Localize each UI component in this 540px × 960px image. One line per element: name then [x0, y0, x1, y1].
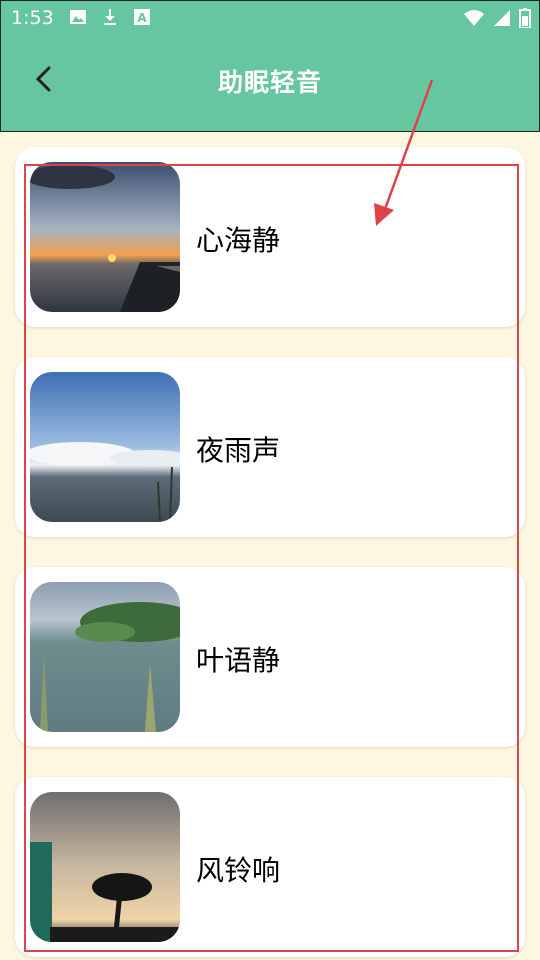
app-bar: 1:53 A 助眠轻音	[0, 0, 540, 132]
palm-sky-image	[30, 792, 180, 942]
wifi-icon	[463, 9, 485, 32]
sound-card[interactable]: 夜雨声	[15, 357, 525, 537]
sound-card[interactable]: 叶语静	[15, 567, 525, 747]
signal-icon	[493, 9, 511, 32]
sunset-pier-image	[30, 162, 180, 312]
card-title: 夜雨声	[196, 434, 281, 467]
image-icon	[69, 8, 87, 26]
a-icon: A	[133, 8, 151, 26]
status-time: 1:53	[11, 7, 54, 29]
lake-clouds-image	[30, 372, 180, 522]
card-title: 风铃响	[196, 854, 281, 887]
download-icon	[101, 8, 119, 26]
page-title: 助眠轻音	[217, 68, 322, 97]
sound-card[interactable]: 风铃响	[15, 777, 525, 957]
status-notification-icons: A	[69, 8, 151, 26]
sound-card[interactable]: 心海静	[15, 147, 525, 327]
card-title: 叶语静	[196, 644, 281, 677]
card-title: 心海静	[196, 224, 281, 257]
svg-text:A: A	[137, 11, 147, 25]
status-system-icons	[463, 8, 531, 33]
lake-trees-image	[30, 582, 180, 732]
status-bar: 1:53 A	[1, 1, 540, 37]
battery-icon	[519, 8, 531, 33]
